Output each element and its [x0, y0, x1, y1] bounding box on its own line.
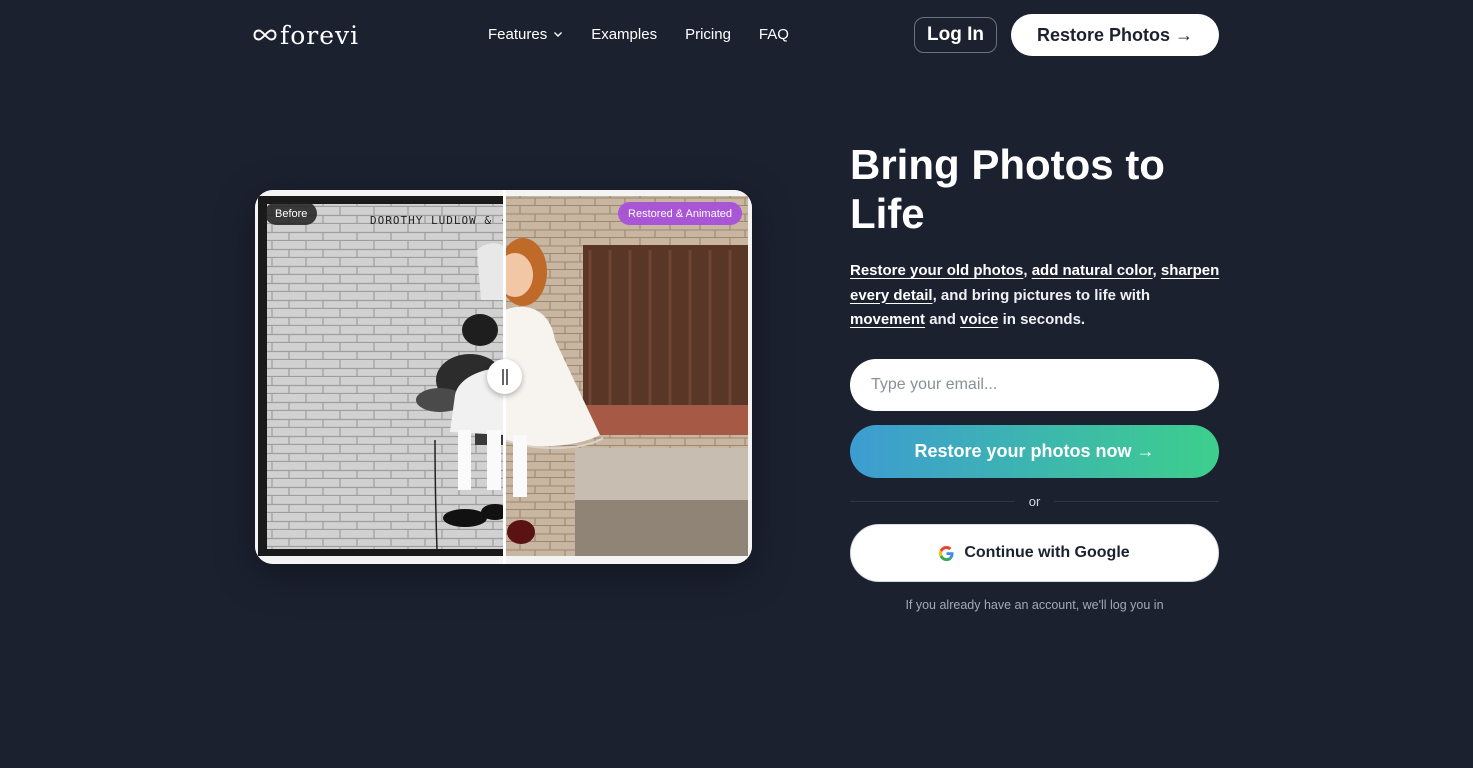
- after-badge: Restored & Animated: [618, 202, 742, 225]
- chevron-down-icon: [554, 32, 563, 37]
- google-button-label: Continue with Google: [964, 544, 1130, 561]
- nav-examples[interactable]: Examples: [591, 26, 657, 43]
- restore-photos-button[interactable]: Restore Photos →: [1011, 14, 1219, 56]
- logo[interactable]: forevi: [253, 18, 359, 52]
- login-button[interactable]: Log In: [914, 17, 997, 53]
- email-input[interactable]: [850, 359, 1219, 411]
- main-nav: Features Examples Pricing FAQ: [488, 24, 789, 44]
- nav-features[interactable]: Features: [488, 26, 563, 43]
- before-badge: Before: [265, 202, 318, 225]
- hero-subtitle: Restore your old photos, add natural col…: [850, 259, 1225, 333]
- or-text: or: [1028, 493, 1041, 509]
- before-photo: DOROTHY LUDLOW & ·S: [255, 190, 505, 564]
- link-restore-old-photos[interactable]: Restore your old photos: [850, 262, 1023, 279]
- google-signin-button[interactable]: Continue with Google: [850, 524, 1219, 582]
- google-icon: [939, 545, 954, 561]
- divider-line: [850, 500, 1015, 502]
- svg-text:DOROTHY LUDLOW & ·S: DOROTHY LUDLOW & ·S: [370, 214, 505, 227]
- infinity-icon: [253, 29, 277, 41]
- link-movement[interactable]: movement: [850, 311, 925, 328]
- or-divider: or: [850, 492, 1219, 510]
- subtitle-text: in seconds.: [998, 311, 1086, 328]
- drag-handle-icon: [501, 368, 508, 385]
- after-photo: [505, 190, 752, 564]
- before-after-comparison[interactable]: DOROTHY LUDLOW & ·S Before Restored & An…: [255, 190, 752, 564]
- nav-faq[interactable]: FAQ: [759, 26, 789, 43]
- subtitle-text: , and bring pictures to life with: [932, 286, 1151, 304]
- slider-handle[interactable]: [487, 359, 522, 394]
- link-add-natural-color[interactable]: add natural color: [1032, 262, 1153, 279]
- subtitle-text: and: [925, 311, 961, 328]
- nav-pricing[interactable]: Pricing: [685, 26, 731, 43]
- restore-now-button[interactable]: Restore your photos now →: [850, 425, 1219, 478]
- link-voice[interactable]: voice: [960, 311, 998, 328]
- logo-text: forevi: [280, 20, 360, 50]
- divider-line: [1054, 500, 1219, 502]
- login-note: If you already have an account, we'll lo…: [905, 598, 1164, 612]
- subtitle-separator: ,: [1023, 262, 1032, 279]
- subtitle-separator: ,: [1152, 262, 1161, 279]
- hero-title: Bring Photos to Life: [850, 141, 1165, 237]
- nav-features-label: Features: [488, 25, 548, 43]
